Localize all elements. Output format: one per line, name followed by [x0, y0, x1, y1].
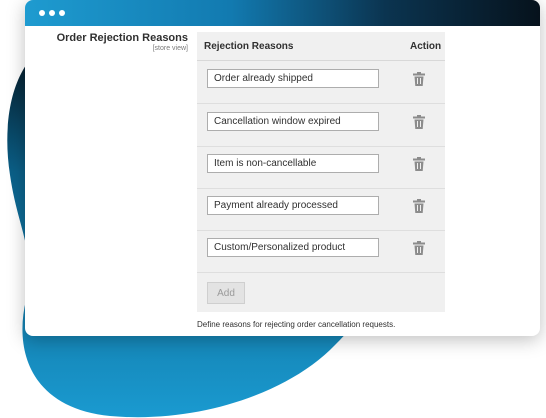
field-scope: [store view] — [152, 45, 188, 52]
window-dot-icon — [39, 10, 45, 16]
field-note: Define reasons for rejecting order cance… — [197, 320, 396, 329]
window-dot-icon — [49, 10, 55, 16]
window-dot-icon — [59, 10, 65, 16]
trash-icon[interactable] — [413, 241, 425, 255]
table-row — [197, 61, 445, 104]
trash-icon[interactable] — [413, 115, 425, 129]
reason-input[interactable] — [207, 69, 379, 88]
stage: Order Rejection Reasons [store view] Rej… — [0, 0, 546, 418]
table-row — [197, 188, 445, 231]
column-header-reasons: Rejection Reasons — [204, 41, 294, 52]
trash-icon[interactable] — [413, 72, 425, 86]
trash-icon[interactable] — [413, 157, 425, 171]
field-label: Order Rejection Reasons — [56, 32, 188, 44]
app-window: Order Rejection Reasons [store view] Rej… — [25, 0, 540, 336]
reason-input[interactable] — [207, 112, 379, 131]
trash-icon[interactable] — [413, 199, 425, 213]
table-row — [197, 104, 445, 147]
table-row — [197, 146, 445, 189]
reason-input[interactable] — [207, 154, 379, 173]
reason-input[interactable] — [207, 238, 379, 257]
column-header-action: Action — [410, 41, 442, 52]
window-titlebar — [25, 0, 540, 26]
rejection-reasons-grid: Rejection Reasons Action Order already s… — [197, 32, 445, 312]
reason-input[interactable] — [207, 196, 379, 215]
add-button[interactable]: Add — [207, 282, 245, 304]
table-row — [197, 230, 445, 273]
grid-header: Rejection Reasons Action — [197, 32, 445, 61]
